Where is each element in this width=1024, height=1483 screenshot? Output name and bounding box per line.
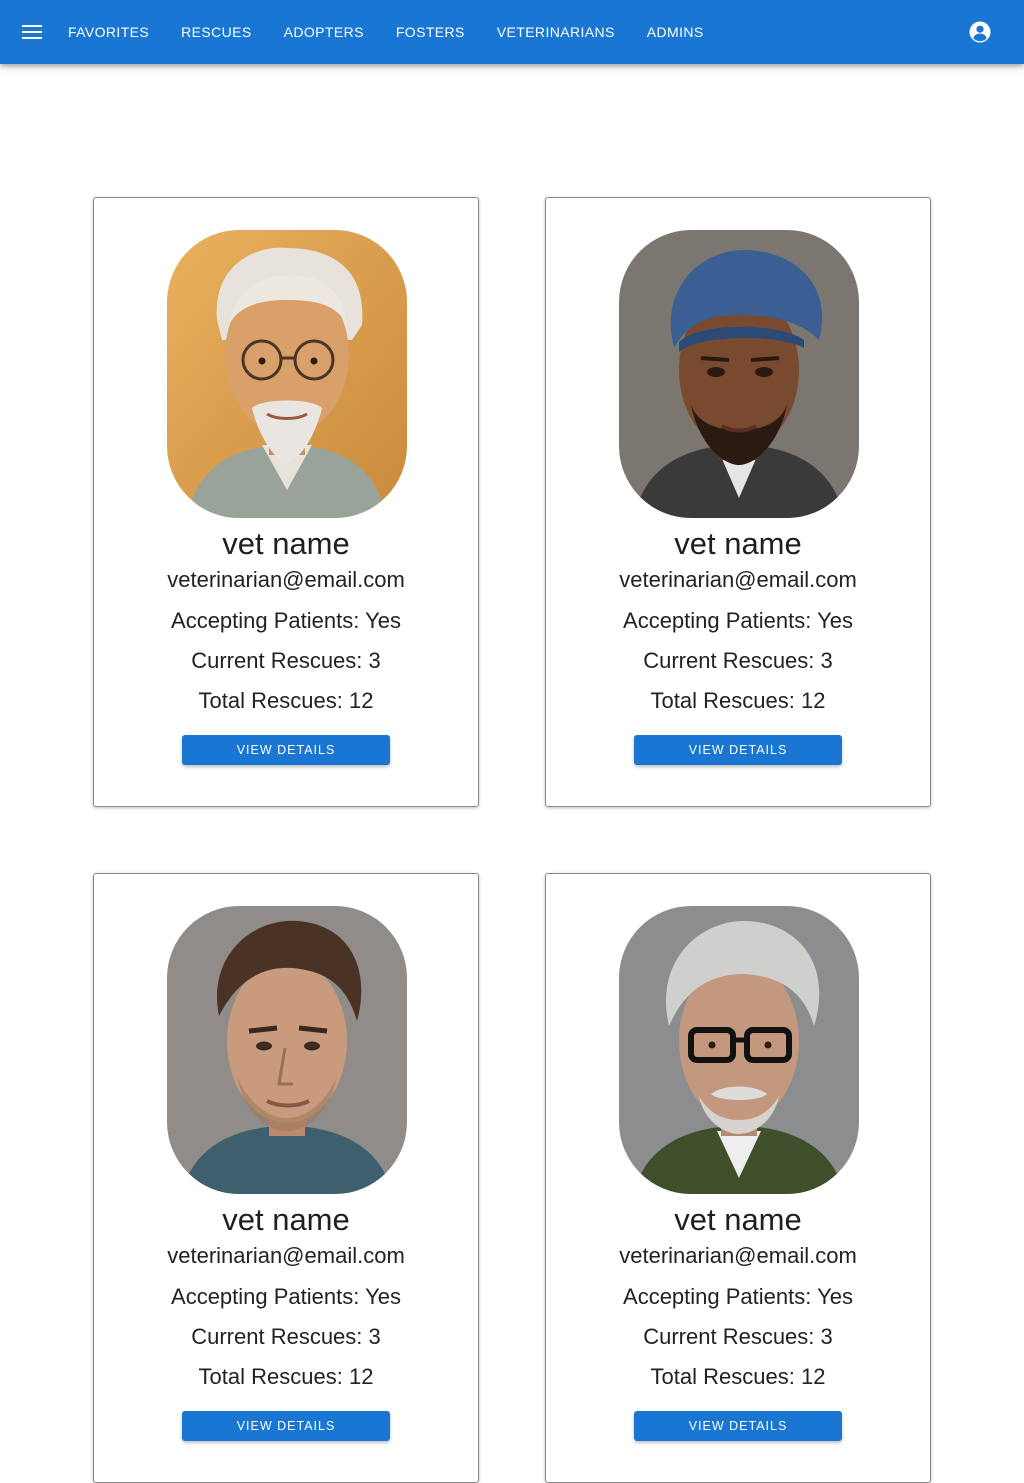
total-rescues-value: 12	[800, 688, 826, 713]
vet-email: veterinarian@email.com	[167, 1243, 405, 1268]
vet-name: vet name	[222, 526, 350, 561]
accepting-patients: Accepting Patients: Yes	[546, 1283, 930, 1311]
accepting-patients: Accepting Patients: Yes	[546, 607, 930, 635]
vet-photo	[619, 230, 859, 518]
current-rescues: Current Rescues: 3	[546, 1323, 930, 1351]
nav-menu: FAVORITES RESCUES ADOPTERS FOSTERS VETER…	[52, 0, 720, 64]
nav-item-fosters[interactable]: FOSTERS	[380, 14, 481, 50]
view-details-button[interactable]: VIEW DETAILS	[634, 1411, 842, 1441]
total-rescues: Total Rescues: 12	[546, 687, 930, 715]
view-details-button[interactable]: VIEW DETAILS	[182, 735, 390, 765]
nav-item-rescues[interactable]: RESCUES	[165, 14, 267, 50]
vet-card: vet name veterinarian@email.com Acceptin…	[545, 873, 931, 1483]
nav-item-admins[interactable]: ADMINS	[631, 14, 720, 50]
vet-card: vet name veterinarian@email.com Acceptin…	[93, 197, 479, 807]
vet-card: vet name veterinarian@email.com Acceptin…	[93, 873, 479, 1483]
total-rescues: Total Rescues: 12	[94, 687, 478, 715]
vet-email: veterinarian@email.com	[619, 1243, 857, 1268]
current-rescues-label: Current Rescues:	[643, 1324, 815, 1349]
vet-name: vet name	[674, 526, 802, 561]
current-rescues-value: 3	[368, 648, 381, 673]
accepting-label: Accepting Patients:	[623, 608, 812, 633]
vet-photo	[167, 906, 407, 1194]
total-rescues: Total Rescues: 12	[94, 1363, 478, 1391]
accepting-label: Accepting Patients:	[171, 608, 360, 633]
current-rescues-label: Current Rescues:	[191, 1324, 363, 1349]
total-rescues: Total Rescues: 12	[546, 1363, 930, 1391]
total-rescues-value: 12	[348, 1364, 374, 1389]
current-rescues-value: 3	[820, 1324, 833, 1349]
current-rescues-value: 3	[368, 1324, 381, 1349]
menu-icon[interactable]	[16, 16, 48, 48]
app-bar: FAVORITES RESCUES ADOPTERS FOSTERS VETER…	[0, 0, 1024, 64]
nav-item-adopters[interactable]: ADOPTERS	[268, 14, 380, 50]
vet-email: veterinarian@email.com	[167, 567, 405, 592]
vet-name: vet name	[222, 1202, 350, 1237]
vet-photo	[167, 230, 407, 518]
current-rescues-value: 3	[820, 648, 833, 673]
total-rescues-label: Total Rescues:	[198, 1364, 343, 1389]
current-rescues: Current Rescues: 3	[546, 647, 930, 675]
accepting-value: Yes	[817, 608, 853, 633]
current-rescues-label: Current Rescues:	[643, 648, 815, 673]
accepting-patients: Accepting Patients: Yes	[94, 1283, 478, 1311]
accepting-value: Yes	[365, 1284, 401, 1309]
vet-photo	[619, 906, 859, 1194]
accepting-label: Accepting Patients:	[623, 1284, 812, 1309]
view-details-button[interactable]: VIEW DETAILS	[182, 1411, 390, 1441]
vet-email: veterinarian@email.com	[619, 567, 857, 592]
view-details-button[interactable]: VIEW DETAILS	[634, 735, 842, 765]
account-circle-icon[interactable]	[964, 16, 996, 48]
accepting-label: Accepting Patients:	[171, 1284, 360, 1309]
total-rescues-label: Total Rescues:	[650, 1364, 795, 1389]
current-rescues-label: Current Rescues:	[191, 648, 363, 673]
accepting-value: Yes	[365, 608, 401, 633]
total-rescues-value: 12	[800, 1364, 826, 1389]
nav-item-favorites[interactable]: FAVORITES	[52, 14, 165, 50]
vet-name: vet name	[674, 1202, 802, 1237]
accepting-patients: Accepting Patients: Yes	[94, 607, 478, 635]
total-rescues-label: Total Rescues:	[198, 688, 343, 713]
nav-item-veterinarians[interactable]: VETERINARIANS	[481, 14, 631, 50]
total-rescues-value: 12	[348, 688, 374, 713]
current-rescues: Current Rescues: 3	[94, 1323, 478, 1351]
vet-card: vet name veterinarian@email.com Acceptin…	[545, 197, 931, 807]
accepting-value: Yes	[817, 1284, 853, 1309]
current-rescues: Current Rescues: 3	[94, 647, 478, 675]
total-rescues-label: Total Rescues:	[650, 688, 795, 713]
